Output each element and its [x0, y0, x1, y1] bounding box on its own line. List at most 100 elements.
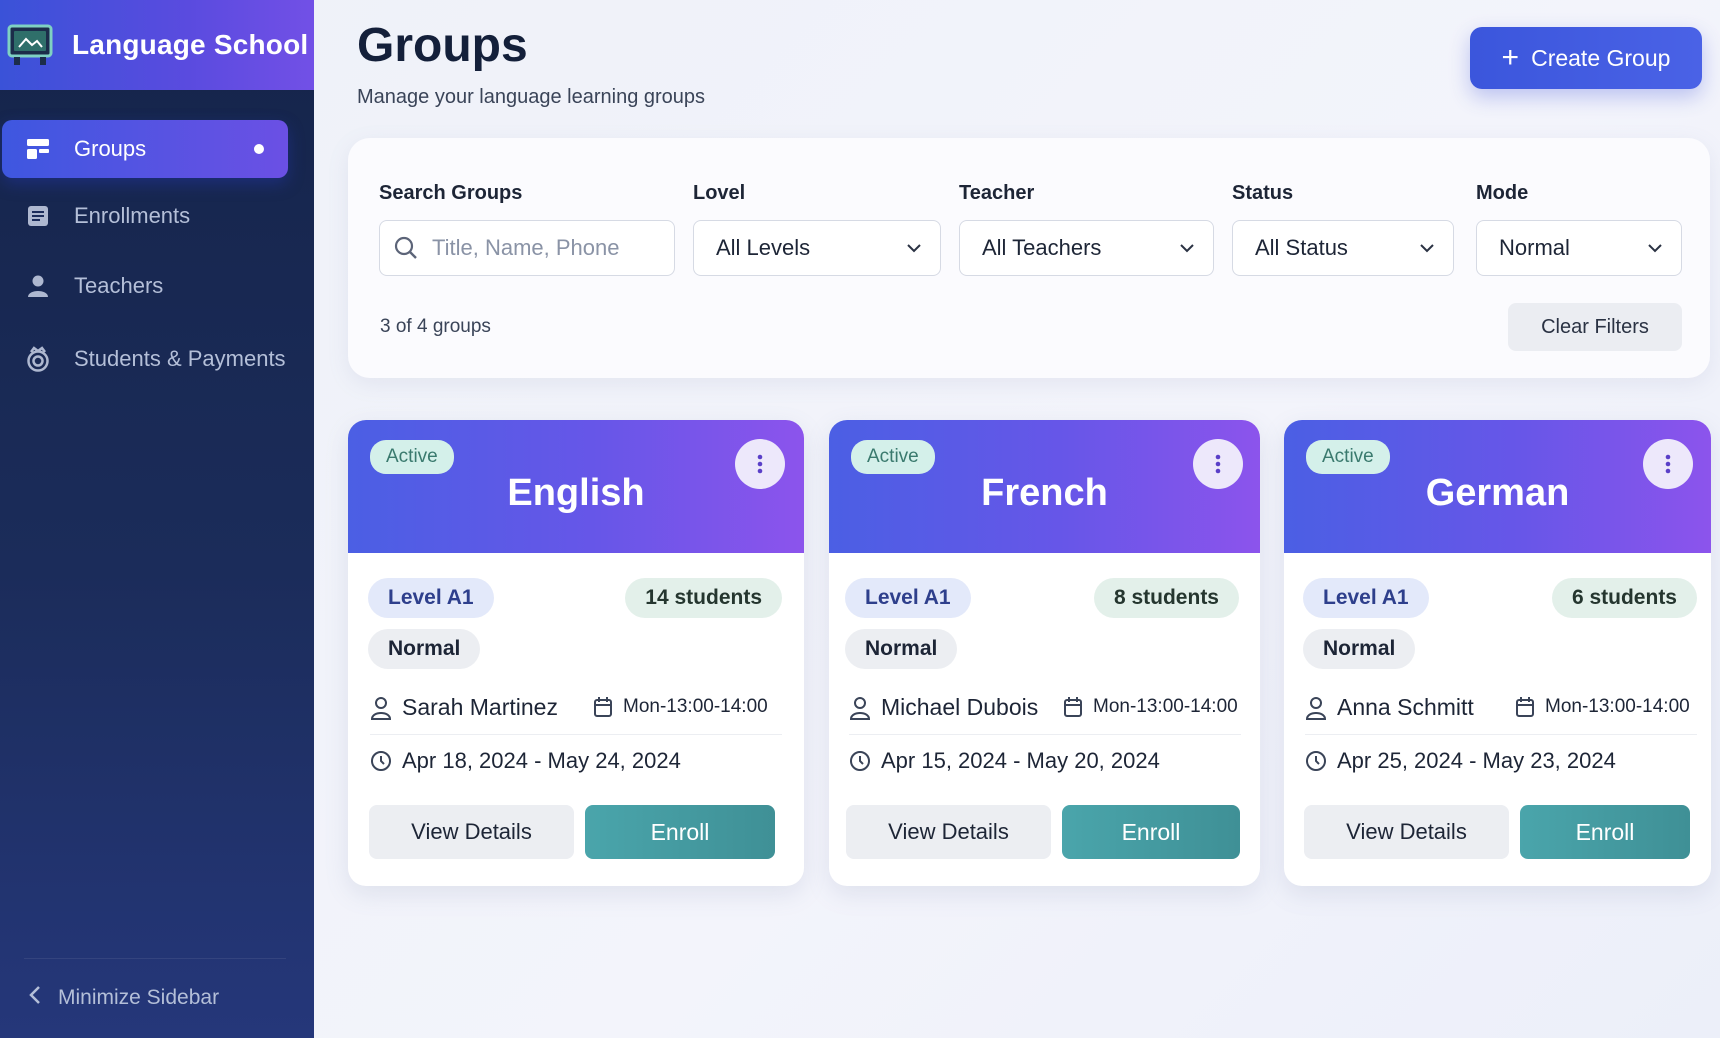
view-details-button[interactable]: View Details [846, 805, 1051, 859]
schedule-text: Mon-13:00-14:00 [623, 696, 768, 717]
teacher-name: Anna Schmitt [1337, 694, 1474, 720]
level-badge: Level A1 [845, 578, 971, 618]
card-header: Active German [1284, 420, 1711, 553]
person-icon [370, 696, 392, 720]
group-card: Active French Level A1 8 students Normal… [829, 420, 1260, 886]
mode-label: Mode [1476, 182, 1529, 204]
minimize-label: Minimize Sidebar [58, 986, 220, 1009]
sidebar-item-students-payments[interactable]: Students & Payments [2, 326, 288, 392]
person-icon [1305, 696, 1327, 720]
search-label: Search Groups [379, 182, 523, 204]
enrollments-icon [24, 202, 52, 230]
more-vertical-icon [1665, 454, 1671, 474]
clock-icon [1305, 750, 1327, 772]
enroll-button[interactable]: Enroll [585, 805, 775, 859]
group-card: Active German Level A1 6 students Normal… [1284, 420, 1711, 886]
clock-icon [849, 750, 871, 772]
status-select[interactable]: All Status [1232, 220, 1454, 276]
schedule-text: Mon-13:00-14:00 [1093, 696, 1238, 717]
status-value: All Status [1255, 235, 1348, 260]
teacher-name: Sarah Martinez [402, 694, 558, 720]
teacher-name: Michael Dubois [881, 694, 1039, 720]
schedule-text: Mon-13:00-14:00 [1545, 696, 1690, 717]
calendar-icon [1063, 696, 1083, 718]
card-divider [370, 734, 782, 735]
sidebar-item-teachers[interactable]: Teachers [2, 254, 288, 318]
schedule-info: Mon-13:00-14:00 [1063, 696, 1238, 718]
view-details-button[interactable]: View Details [1304, 805, 1509, 859]
date-range-text: Apr 15, 2024 - May 20, 2024 [881, 748, 1160, 773]
create-group-label: Create Group [1531, 44, 1671, 71]
students-payments-icon [24, 345, 52, 373]
card-divider [849, 734, 1241, 735]
chevron-down-icon [1420, 244, 1434, 253]
level-label: Lovel [693, 182, 746, 204]
sidebar-nav: Groups Enrollments Teachers Students & P… [0, 120, 314, 392]
chevron-left-icon [28, 984, 42, 1012]
more-vertical-icon [1215, 454, 1221, 474]
enroll-button[interactable]: Enroll [1062, 805, 1240, 859]
level-select[interactable]: All Levels [693, 220, 941, 276]
sidebar-item-enrollments[interactable]: Enrollments [2, 186, 288, 246]
page-subtitle: Manage your language learning groups [357, 86, 706, 108]
mode-badge: Normal [1303, 629, 1416, 669]
classroom-board-icon [7, 24, 53, 65]
teacher-info: Sarah Martinez [370, 694, 558, 721]
teacher-label: Teacher [959, 182, 1035, 204]
app-title: Language School [72, 29, 309, 60]
date-range: Apr 18, 2024 - May 24, 2024 [370, 748, 681, 774]
create-group-button[interactable]: + Create Group [1470, 27, 1702, 89]
group-title: French [981, 472, 1108, 514]
level-badge: Level A1 [368, 578, 494, 618]
clear-filters-button[interactable]: Clear Filters [1508, 303, 1682, 351]
sidebar-item-label: Students & Payments [74, 346, 286, 371]
calendar-icon [1515, 696, 1535, 718]
sidebar-item-label: Enrollments [74, 203, 191, 228]
status-badge: Active [851, 440, 935, 474]
mode-badge: Normal [368, 629, 481, 669]
search-icon [394, 236, 417, 259]
date-range: Apr 25, 2024 - May 23, 2024 [1305, 748, 1616, 774]
date-range: Apr 15, 2024 - May 20, 2024 [849, 748, 1160, 774]
person-icon [849, 696, 871, 720]
brand-header: Language School [0, 0, 314, 90]
groups-icon [24, 135, 52, 163]
sidebar-item-label: Teachers [74, 273, 164, 298]
view-details-button[interactable]: View Details [369, 805, 574, 859]
card-divider [1305, 734, 1697, 735]
teacher-info: Michael Dubois [849, 694, 1038, 721]
teacher-value: All Teachers [982, 235, 1102, 260]
schedule-info: Mon-13:00-14:00 [1515, 696, 1690, 718]
status-label: Status [1232, 182, 1294, 204]
students-badge: 6 students [1551, 578, 1697, 618]
sidebar-item-label: Groups [74, 136, 147, 161]
schedule-info: Mon-13:00-14:00 [593, 696, 768, 718]
minimize-sidebar-button[interactable]: Minimize Sidebar [28, 984, 219, 1012]
teacher-info: Anna Schmitt [1305, 694, 1474, 721]
sidebar-item-groups[interactable]: Groups [2, 120, 288, 178]
active-indicator [254, 144, 264, 154]
sidebar: Language School Groups Enrollments Teach… [0, 0, 314, 1038]
level-value: All Levels [716, 235, 811, 260]
page-title: Groups [357, 19, 528, 72]
search-field[interactable] [379, 220, 675, 276]
students-badge: 8 students [1093, 578, 1239, 618]
more-options-button[interactable] [1193, 439, 1243, 489]
mode-value: Normal [1499, 235, 1570, 260]
search-input[interactable] [432, 235, 652, 261]
date-range-text: Apr 25, 2024 - May 23, 2024 [1337, 748, 1616, 773]
teacher-icon [24, 272, 52, 300]
filters-panel: Search Groups Lovel All Levels Teacher A… [348, 138, 1710, 378]
level-badge: Level A1 [1303, 578, 1429, 618]
more-options-button[interactable] [735, 439, 785, 489]
mode-badge: Normal [845, 629, 958, 669]
calendar-icon [593, 696, 613, 718]
chevron-down-icon [1180, 244, 1194, 253]
group-card: Active English Level A1 14 students Norm… [348, 420, 804, 886]
teacher-select[interactable]: All Teachers [959, 220, 1214, 276]
enroll-button[interactable]: Enroll [1520, 805, 1690, 859]
mode-select[interactable]: Normal [1476, 220, 1682, 276]
status-badge: Active [1306, 440, 1390, 474]
more-vertical-icon [757, 454, 763, 474]
more-options-button[interactable] [1643, 439, 1693, 489]
